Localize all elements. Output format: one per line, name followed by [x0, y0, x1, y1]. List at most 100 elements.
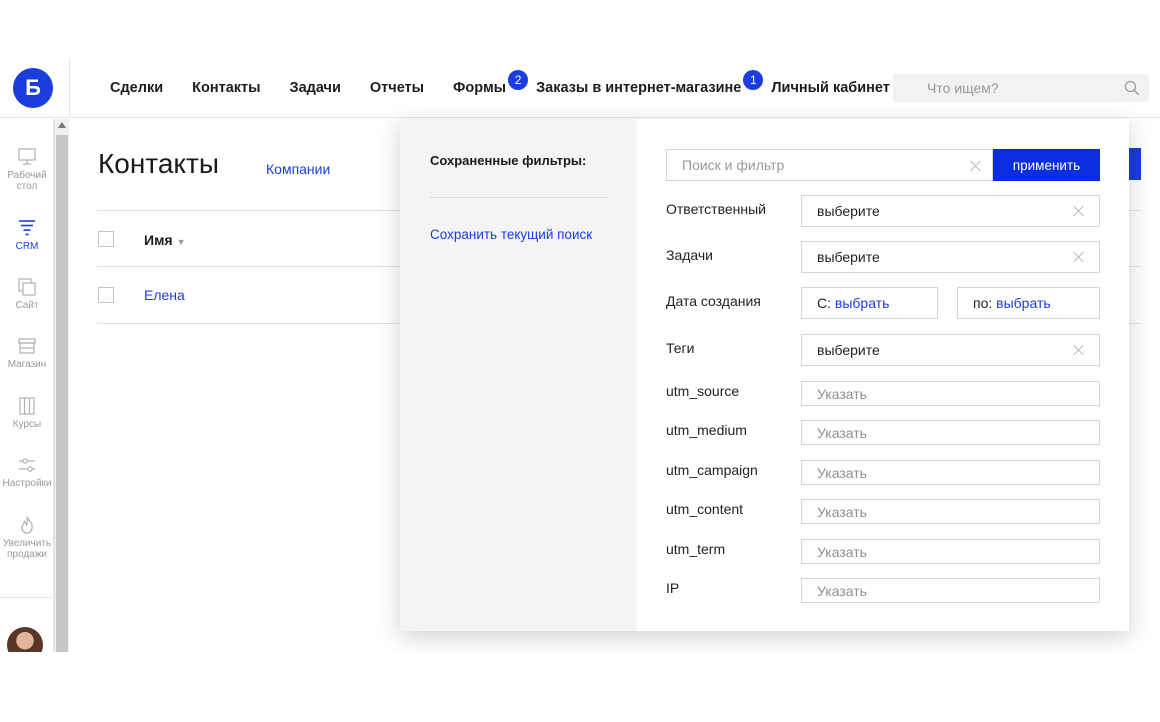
sidebar-item-site[interactable]: Сайт	[0, 277, 54, 311]
column-header-name[interactable]: Имя ▼	[144, 232, 186, 248]
contact-name-link[interactable]: Елена	[144, 287, 185, 303]
utm-term-input[interactable]	[802, 540, 1092, 563]
responsible-label: Ответственный	[666, 201, 766, 217]
nav-item-reports[interactable]: Отчеты	[370, 80, 424, 96]
utm-content-input[interactable]	[802, 500, 1092, 523]
utm-source-label: utm_source	[666, 383, 740, 399]
nav-item-contacts[interactable]: Контакты	[192, 80, 260, 96]
scroll-up-arrow-icon[interactable]	[58, 122, 66, 128]
sidebar-item-label: Курсы	[12, 419, 42, 430]
clear-icon[interactable]	[1073, 205, 1085, 217]
apply-button[interactable]: применить	[993, 149, 1100, 181]
scrollbar-thumb[interactable]	[56, 135, 68, 652]
row-checkbox[interactable]	[98, 287, 114, 303]
utm-medium-field	[801, 420, 1100, 445]
nav-item-forms-label: Формы	[453, 80, 507, 96]
ip-input[interactable]	[802, 579, 1092, 602]
books-icon	[19, 397, 35, 415]
sidebar-item-crm[interactable]: CRM	[0, 218, 54, 252]
created-to-prefix: по:	[973, 295, 993, 311]
logo-divider	[69, 58, 70, 118]
utm-content-label: utm_content	[666, 501, 744, 517]
pages-icon	[18, 278, 36, 296]
utm-campaign-label: utm_campaign	[666, 462, 758, 478]
utm-campaign-field	[801, 460, 1100, 485]
tasks-select[interactable]: выберите	[801, 241, 1100, 273]
saved-filters-column: Сохраненные фильтры: Сохранить текущий п…	[400, 119, 637, 631]
global-search-input[interactable]	[893, 74, 1118, 102]
responsible-select[interactable]: выберите	[801, 195, 1100, 227]
avatar[interactable]	[7, 627, 43, 652]
store-icon	[18, 338, 36, 354]
utm-term-label: utm_term	[666, 541, 726, 557]
app-window: Б Сделки Контакты Задачи Отчеты Формы 2 …	[0, 58, 1160, 652]
filter-search-input[interactable]	[667, 150, 957, 180]
nav-item-deals[interactable]: Сделки	[110, 80, 163, 96]
add-contact-button[interactable]	[1128, 148, 1141, 180]
search-icon[interactable]	[1124, 80, 1140, 96]
sidebar-scrollbar[interactable]	[54, 119, 69, 652]
sidebar-item-label: Сайт	[15, 300, 39, 311]
tags-label: Теги	[666, 340, 695, 356]
sidebar-item-label: Увеличить продажи	[2, 538, 52, 560]
nav-item-shop-orders[interactable]: Заказы в интернет-магазине 1	[536, 70, 764, 96]
utm-term-field	[801, 539, 1100, 564]
sidebar-item-dashboard[interactable]: Рабочий стол	[0, 147, 54, 192]
sidebar-item-settings[interactable]: Настройки	[0, 455, 54, 489]
clear-icon[interactable]	[1073, 251, 1085, 263]
ip-label: IP	[666, 580, 680, 596]
funnel-icon	[19, 220, 35, 236]
clear-icon[interactable]	[970, 160, 982, 172]
forms-count-badge: 2	[508, 70, 529, 90]
sidebar-divider	[0, 597, 54, 598]
sidebar-item-label: Рабочий стол	[7, 170, 47, 192]
nav-item-forms[interactable]: Формы 2	[453, 70, 529, 96]
utm-medium-input[interactable]	[802, 421, 1092, 444]
ip-field	[801, 578, 1100, 603]
logo-letter: Б	[25, 75, 41, 100]
utm-source-field	[801, 381, 1100, 406]
saved-filters-divider	[430, 197, 608, 198]
select-all-checkbox[interactable]	[98, 231, 114, 247]
utm-campaign-input[interactable]	[802, 461, 1092, 484]
global-search	[893, 74, 1149, 102]
column-header-label: Имя	[144, 232, 173, 248]
utm-content-field	[801, 499, 1100, 524]
created-from-field[interactable]: С: выбрать	[801, 287, 938, 319]
sidebar-item-label: CRM	[15, 241, 39, 252]
orders-count-badge: 1	[743, 70, 764, 90]
tab-companies[interactable]: Компании	[266, 161, 330, 177]
main-nav: Сделки Контакты Задачи Отчеты Формы 2 За…	[110, 58, 919, 118]
save-current-search-link[interactable]: Сохранить текущий поиск	[430, 227, 592, 242]
saved-filters-title: Сохраненные фильтры:	[430, 153, 587, 168]
logo[interactable]: Б	[13, 68, 53, 108]
monitor-icon	[18, 148, 36, 165]
top-bar: Б Сделки Контакты Задачи Отчеты Формы 2 …	[0, 58, 1160, 118]
nav-item-shop-orders-label: Заказы в интернет-магазине	[536, 80, 742, 96]
nav-item-tasks[interactable]: Задачи	[290, 80, 341, 96]
created-to-pick-link[interactable]: выбрать	[996, 295, 1051, 311]
created-to-field[interactable]: по: выбрать	[957, 287, 1100, 319]
sidebar-item-grow-sales[interactable]: Увеличить продажи	[0, 515, 54, 560]
created-from-prefix: С:	[817, 295, 831, 311]
nav-item-account[interactable]: Личный кабинет	[771, 80, 890, 96]
utm-medium-label: utm_medium	[666, 422, 747, 438]
flame-icon	[21, 516, 33, 534]
tasks-label: Задачи	[666, 247, 714, 263]
sidebar-item-label: Настройки	[2, 478, 52, 489]
filter-panel: Сохраненные фильтры: Сохранить текущий п…	[400, 119, 1129, 631]
page-title: Контакты	[98, 148, 219, 179]
tags-select-value: выберите	[817, 342, 880, 358]
utm-source-input[interactable]	[802, 382, 1092, 405]
sidebar-item-store[interactable]: Магазин	[0, 336, 54, 370]
created-from-pick-link[interactable]: выбрать	[835, 295, 890, 311]
filter-search-box	[666, 149, 993, 181]
sidebar-item-courses[interactable]: Курсы	[0, 396, 54, 430]
sidebar: Рабочий стол CRM Сайт Магазин Курсы Наст…	[0, 119, 54, 652]
tags-select[interactable]: выберите	[801, 334, 1100, 366]
sort-arrow-icon: ▼	[176, 237, 186, 247]
tasks-select-value: выберите	[817, 249, 880, 265]
clear-icon[interactable]	[1073, 344, 1085, 356]
responsible-select-value: выберите	[817, 203, 880, 219]
created-date-label: Дата создания	[666, 293, 761, 309]
